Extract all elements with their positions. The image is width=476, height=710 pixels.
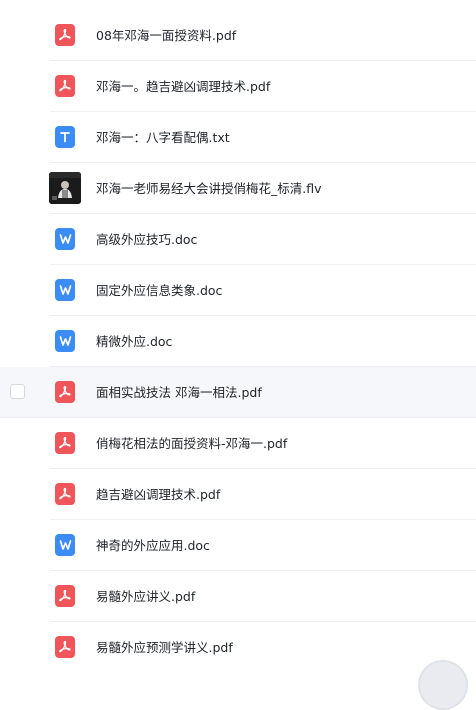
file-row[interactable]: 精微外应.doc (0, 316, 476, 367)
file-name[interactable]: 高级外应技巧.doc (96, 214, 197, 265)
file-row[interactable]: 邓海一：八字看配偶.txt (0, 112, 476, 163)
file-row[interactable]: 趋吉避凶调理技术.pdf (0, 469, 476, 520)
file-name[interactable]: 趋吉避凶调理技术.pdf (96, 469, 220, 520)
file-name[interactable]: 邓海一：八字看配偶.txt (96, 112, 230, 163)
file-list: 08年邓海一面授资料.pdf 邓海一。趋吉避凶调理技术.pdf 邓海一：八字看配… (0, 0, 476, 710)
file-name[interactable]: 邓海一老师易经大会讲授俏梅花_标清.flv (96, 163, 322, 214)
pdf-icon (55, 636, 75, 658)
pdf-icon (55, 483, 75, 505)
file-row[interactable]: 邓海一老师易经大会讲授俏梅花_标清.flv (0, 163, 476, 214)
file-row[interactable]: 易髓外应讲义.pdf (0, 571, 476, 622)
file-name[interactable]: 固定外应信息类象.doc (96, 265, 222, 316)
file-row[interactable]: 邓海一。趋吉避凶调理技术.pdf (0, 61, 476, 112)
file-row[interactable]: 神奇的外应应用.doc (0, 520, 476, 571)
file-name[interactable]: 易髓外应预测学讲义.pdf (96, 622, 233, 673)
row-checkbox[interactable] (10, 384, 25, 399)
file-name[interactable]: 易髓外应讲义.pdf (96, 571, 195, 622)
file-row[interactable]: 俏梅花相法的面授资料-邓海一.pdf (0, 418, 476, 469)
pdf-icon (55, 24, 75, 46)
file-row-hovered[interactable]: 面相实战技法 邓海一相法.pdf (0, 367, 476, 418)
file-name[interactable]: 俏梅花相法的面授资料-邓海一.pdf (96, 418, 287, 469)
pdf-icon (55, 432, 75, 454)
file-name[interactable]: 精微外应.doc (96, 316, 172, 367)
word-icon (55, 534, 75, 556)
video-thumbnail (49, 172, 81, 204)
file-name[interactable]: 面相实战技法 邓海一相法.pdf (96, 367, 262, 418)
pdf-icon (55, 381, 75, 403)
file-name[interactable]: 神奇的外应应用.doc (96, 520, 210, 571)
pdf-icon (55, 75, 75, 97)
floating-action-button[interactable] (418, 660, 468, 710)
file-row[interactable]: 固定外应信息类象.doc (0, 265, 476, 316)
word-icon (55, 228, 75, 250)
file-row[interactable]: 易髓外应预测学讲义.pdf (0, 622, 476, 673)
file-row[interactable]: 08年邓海一面授资料.pdf (0, 10, 476, 61)
file-name[interactable]: 08年邓海一面授资料.pdf (96, 10, 236, 61)
word-icon (55, 330, 75, 352)
file-name[interactable]: 邓海一。趋吉避凶调理技术.pdf (96, 61, 270, 112)
txt-icon (55, 126, 75, 148)
file-row[interactable]: 高级外应技巧.doc (0, 214, 476, 265)
pdf-icon (55, 585, 75, 607)
word-icon (55, 279, 75, 301)
